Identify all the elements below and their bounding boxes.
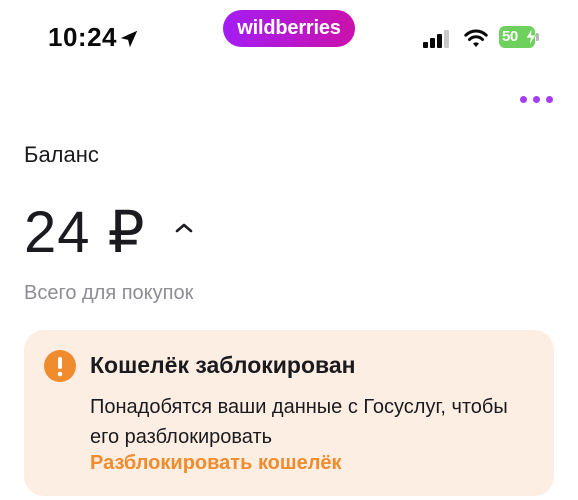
dot bbox=[520, 96, 527, 103]
cellular-signal-icon bbox=[423, 30, 449, 48]
status-time: 10:24 bbox=[48, 22, 117, 52]
alert-title: Кошелёк заблокирован bbox=[90, 352, 356, 378]
exclamation-icon bbox=[44, 350, 76, 382]
balance-amount: 24 ₽ bbox=[24, 200, 146, 265]
location-arrow-icon bbox=[120, 30, 138, 48]
dot bbox=[533, 96, 540, 103]
unblock-wallet-link[interactable]: Разблокировать кошелёк bbox=[90, 452, 342, 475]
wallet-blocked-alert: Кошелёк заблокирован Понадобятся ваши да… bbox=[24, 330, 554, 496]
brand-logo: wildberries bbox=[223, 10, 355, 47]
alert-text: Понадобятся ваши данные с Госуслуг, чтоб… bbox=[90, 396, 508, 448]
balance-label: Баланс bbox=[24, 142, 99, 167]
chevron-up-icon[interactable] bbox=[172, 220, 196, 236]
dot bbox=[546, 96, 553, 103]
balance-subtitle: Всего для покупок bbox=[24, 282, 194, 304]
bolt-icon bbox=[525, 28, 537, 46]
wifi-icon bbox=[464, 29, 488, 47]
more-dots-icon[interactable] bbox=[518, 90, 558, 110]
status-bar: 10:24 wildberries 50 bbox=[0, 0, 578, 70]
